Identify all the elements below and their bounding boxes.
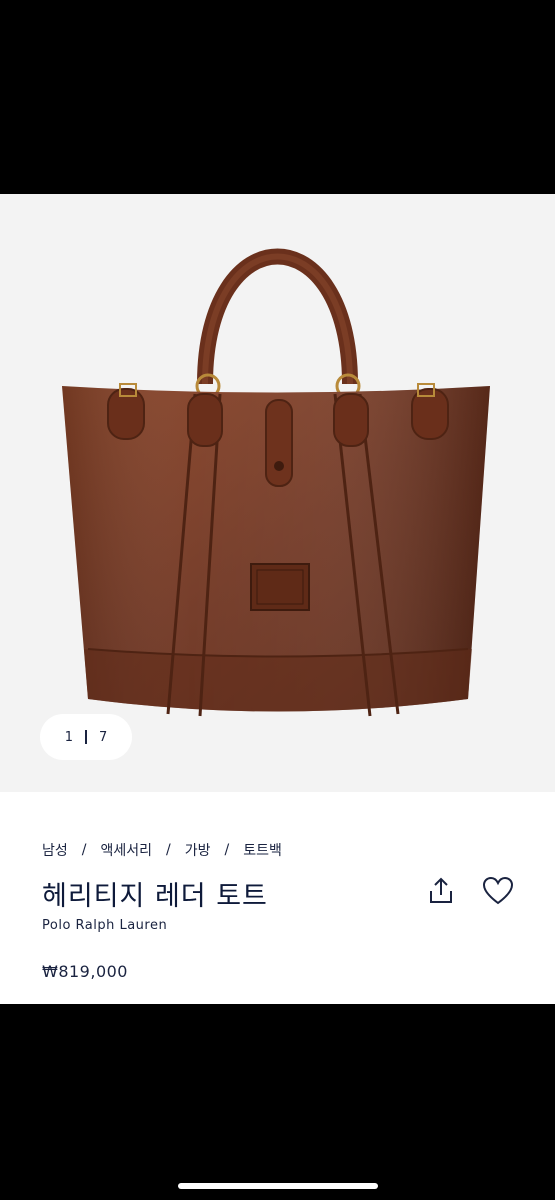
breadcrumb-item-tote[interactable]: 토트백 xyxy=(243,840,282,860)
pager-total: 7 xyxy=(99,729,108,745)
product-price: ₩819,000 xyxy=(42,962,128,981)
product-title: 헤리티지 레더 토트 xyxy=(42,881,268,912)
breadcrumb-separator: / xyxy=(81,842,87,858)
breadcrumb-separator: / xyxy=(166,842,171,858)
breadcrumb-separator: / xyxy=(224,842,230,858)
breadcrumb: 남성 / 액세서리 / 가방 / 토트백 xyxy=(42,840,282,860)
pager-current: 1 xyxy=(64,729,73,745)
image-pager: 1 7 xyxy=(40,714,132,760)
wishlist-button[interactable] xyxy=(480,874,516,908)
share-button[interactable] xyxy=(424,874,458,908)
product-info: 남성 / 액세서리 / 가방 / 토트백 헤리티지 레더 토트 Polo Ral… xyxy=(0,792,555,1004)
home-indicator[interactable] xyxy=(178,1183,378,1189)
breadcrumb-item-accessories[interactable]: 액세서리 xyxy=(100,840,152,860)
heart-icon xyxy=(482,876,514,905)
product-brand[interactable]: Polo Ralph Lauren xyxy=(42,918,167,933)
product-image xyxy=(62,248,490,717)
breadcrumb-item-men[interactable]: 남성 xyxy=(42,840,68,860)
bottom-black-area xyxy=(0,1004,555,1200)
pager-separator xyxy=(85,730,87,744)
breadcrumb-item-bags[interactable]: 가방 xyxy=(185,840,211,860)
share-icon xyxy=(430,877,452,903)
top-black-area xyxy=(0,0,555,194)
product-image-gallery[interactable]: 1 7 xyxy=(0,194,555,792)
